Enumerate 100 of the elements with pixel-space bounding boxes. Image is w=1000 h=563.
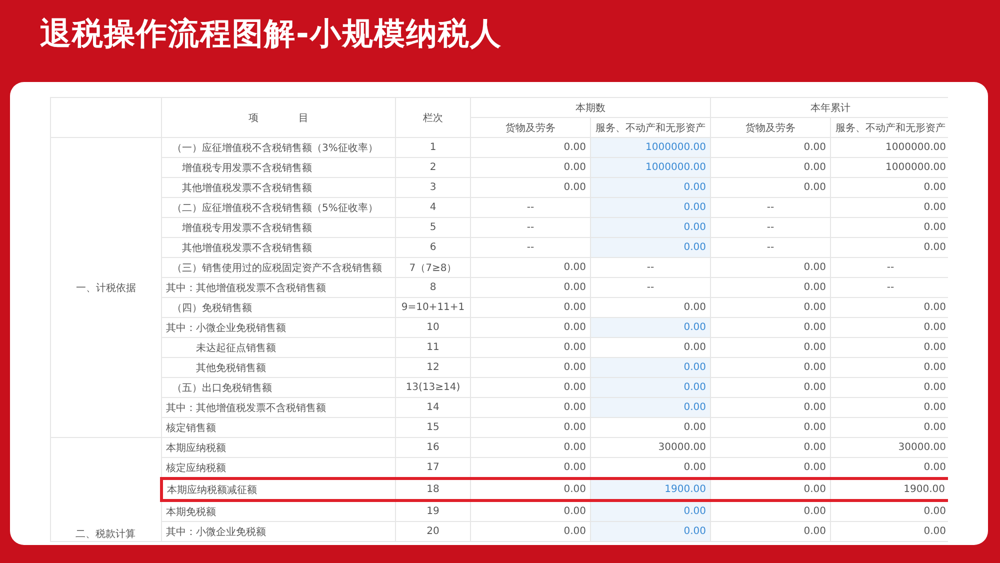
table-cell: 12	[396, 358, 470, 378]
table-cell: 增值税专用发票不含税销售额	[162, 218, 396, 238]
table-cell: 其中：其他增值税发票不含税销售额	[162, 278, 396, 298]
table-cell: --	[710, 198, 830, 218]
table-cell: 0.00	[710, 478, 830, 500]
input-cell[interactable]: 0.00	[590, 378, 710, 398]
section-label: 二、税款计算	[50, 438, 162, 542]
table-cell: 0.00	[470, 338, 590, 358]
table-cell: 0.00	[710, 178, 830, 198]
table-cell: 0.00	[710, 438, 830, 458]
input-cell[interactable]: 0.00	[590, 358, 710, 378]
slide-title: 退税操作流程图解-小规模纳税人	[39, 15, 503, 54]
table-cell: 0.00	[470, 278, 590, 298]
table-cell: --	[590, 258, 710, 278]
table-cell: 13(13≥14)	[396, 378, 470, 398]
table-cell: 0.00	[470, 318, 590, 338]
table-cell: 18	[396, 478, 470, 500]
table-cell: 其他免税销售额	[162, 358, 396, 378]
table-cell: 0.00	[710, 418, 830, 438]
column-header: 项 目	[162, 98, 396, 138]
table-cell: 0.00	[470, 358, 590, 378]
input-cell[interactable]: 1000000.00	[590, 138, 710, 158]
table-cell: 其中：其他增值税发票不含税销售额	[162, 398, 396, 418]
table-cell: 0.00	[470, 398, 590, 418]
table-cell: 0.00	[710, 278, 830, 298]
table-cell: 未达起征点销售额	[162, 338, 396, 358]
table-cell: --	[470, 218, 590, 238]
table-cell: --	[470, 198, 590, 218]
table-cell: 15	[396, 418, 470, 438]
table-cell: 其中：小微企业免税销售额	[162, 318, 396, 338]
table-cell: 0.00	[710, 338, 830, 358]
input-cell[interactable]: 0.00	[590, 238, 710, 258]
input-cell[interactable]: 1900.00	[590, 478, 710, 500]
table-cell: --	[470, 238, 590, 258]
table-cell: 0.00	[470, 298, 590, 318]
table-cell: 30000.00	[590, 438, 710, 458]
column-header: 本年累计	[710, 98, 948, 118]
input-cell[interactable]: 0.00	[590, 178, 710, 198]
table-cell: 0.00	[470, 500, 590, 522]
table-cell: 6	[396, 238, 470, 258]
table-cell: 其中：小微企业免税额	[162, 522, 396, 542]
input-cell[interactable]: 0.00	[590, 500, 710, 522]
table-cell: 0.00	[470, 178, 590, 198]
table-cell: 0.00	[710, 522, 830, 542]
table-cell: 9=10+11+1	[396, 298, 470, 318]
column-header: 货物及劳务	[470, 118, 590, 138]
table-cell: （四）免税销售额	[162, 298, 396, 318]
table-cell: 0.00	[710, 358, 830, 378]
input-cell[interactable]: 0.00	[590, 318, 710, 338]
table-cell: 本期免税额	[162, 500, 396, 522]
table-cell: --	[710, 218, 830, 238]
table-cell: 14	[396, 398, 470, 418]
table-cell: 0.00	[710, 258, 830, 278]
table-cell: 19	[396, 500, 470, 522]
table-cell: 本期应纳税额	[162, 438, 396, 458]
column-header: 本期数	[470, 98, 710, 118]
table-cell: 4	[396, 198, 470, 218]
table-cell: 0.00	[710, 500, 830, 522]
table-cell: 0.00	[470, 258, 590, 278]
table-cell: 8	[396, 278, 470, 298]
table-cell: 0.00	[590, 418, 710, 438]
column-header: 货物及劳务	[710, 118, 830, 138]
table-cell: （三）销售使用过的应税固定资产不含税销售额	[162, 258, 396, 278]
table-cell: 5	[396, 218, 470, 238]
table-cell: 其他增值税发票不含税销售额	[162, 178, 396, 198]
table-cell: 10	[396, 318, 470, 338]
table-cell: 0.00	[470, 478, 590, 500]
table-cell: 1	[396, 138, 470, 158]
table-cell: 0.00	[470, 418, 590, 438]
table-cell: 2	[396, 158, 470, 178]
table-cell: --	[710, 238, 830, 258]
table-cell: （五）出口免税销售额	[162, 378, 396, 398]
table-cell: （二）应征增值税不含税销售额（5%征收率）	[162, 198, 396, 218]
table-cell: 0.00	[470, 378, 590, 398]
table-cell: 16	[396, 438, 470, 458]
table-cell: 0.00	[710, 398, 830, 418]
input-cell[interactable]: 1000000.00	[590, 158, 710, 178]
table-cell: 3	[396, 178, 470, 198]
table-cell: （一）应征增值税不含税销售额（3%征收率）	[162, 138, 396, 158]
table-cell: --	[590, 278, 710, 298]
table-cell: 20	[396, 522, 470, 542]
input-cell[interactable]: 0.00	[590, 198, 710, 218]
table-cell: 0.00	[710, 298, 830, 318]
table-cell: 0.00	[470, 158, 590, 178]
table-cell: 0.00	[710, 158, 830, 178]
table-cell: 增值税专用发票不含税销售额	[162, 158, 396, 178]
table-cell: 核定销售额	[162, 418, 396, 438]
column-header: 栏次	[396, 98, 470, 138]
input-cell[interactable]: 0.00	[590, 218, 710, 238]
table-cell: 0.00	[710, 378, 830, 398]
table-cell: 0.00	[470, 522, 590, 542]
table-cell: 0.00	[470, 138, 590, 158]
table-cell: 本期应纳税额减征额	[162, 478, 396, 500]
table-cell: 其他增值税发票不含税销售额	[162, 238, 396, 258]
table-cell: 0.00	[710, 318, 830, 338]
input-cell[interactable]: 0.00	[590, 522, 710, 542]
input-cell[interactable]: 0.00	[590, 398, 710, 418]
table-cell: 11	[396, 338, 470, 358]
table-cell: 0.00	[710, 138, 830, 158]
table-cell: 7（7≥8）	[396, 258, 470, 278]
